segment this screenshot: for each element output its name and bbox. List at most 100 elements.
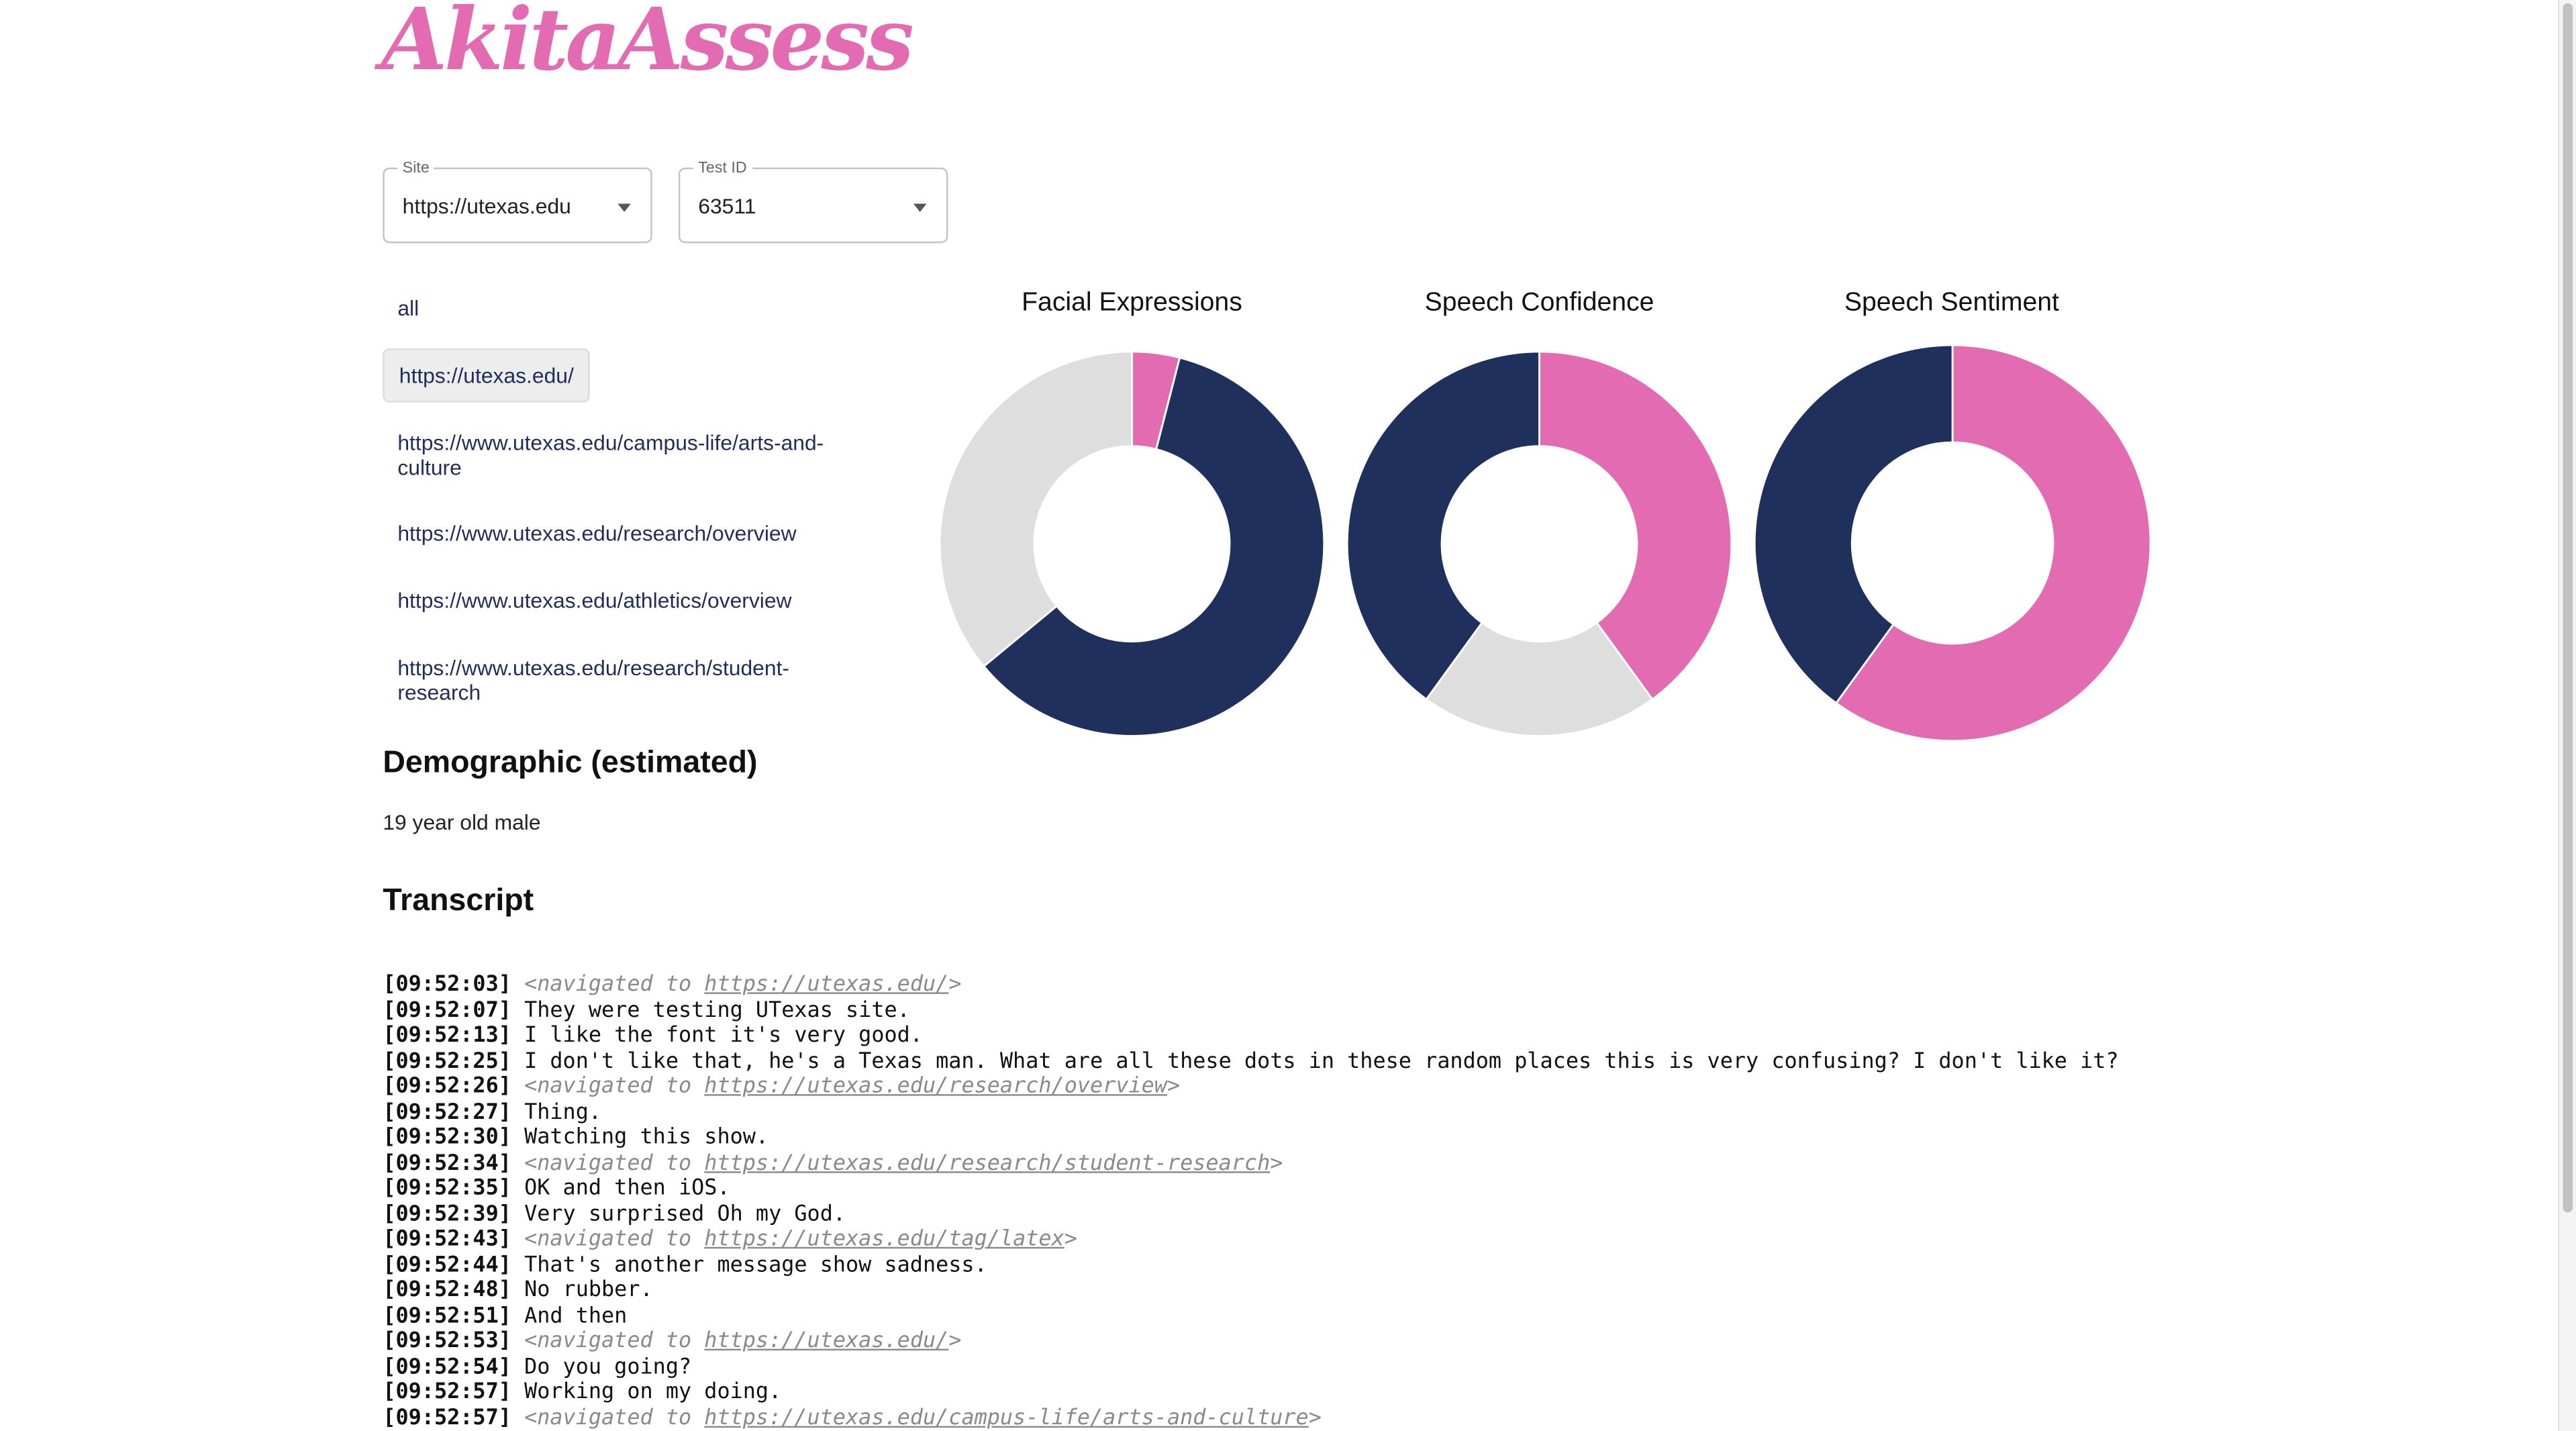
transcript-timestamp: [09:52:43] bbox=[383, 1227, 511, 1252]
transcript-navigation: <navigated to https://utexas.edu/tag/lat… bbox=[524, 1227, 1077, 1252]
page-item-label: https://www.utexas.edu/research/overview bbox=[397, 520, 797, 546]
transcript-url-link[interactable]: https://utexas.edu/ bbox=[704, 973, 948, 997]
transcript-line: [09:52:30] Watching this show. bbox=[383, 1126, 2118, 1151]
page-item-utexas-home[interactable]: https://utexas.edu/ bbox=[383, 348, 591, 403]
transcript-line: [09:52:57] Working on my doing. bbox=[383, 1380, 2118, 1405]
transcript-text: They were testing UTexas site. bbox=[524, 997, 910, 1023]
transcript-timestamp: [09:52:27] bbox=[383, 1099, 511, 1125]
transcript-text: And then bbox=[524, 1303, 628, 1328]
transcript-timestamp: [09:52:57] bbox=[383, 1380, 511, 1405]
transcript-text: Watching this show. bbox=[524, 1125, 769, 1150]
navigation-suffix: > bbox=[948, 1329, 962, 1354]
navigation-prefix: <navigated to bbox=[524, 1074, 705, 1099]
transcript-line: [09:52:03] <navigated to https://utexas.… bbox=[383, 973, 2118, 998]
transcript-url-link[interactable]: https://utexas.edu/research/student-rese… bbox=[704, 1151, 1270, 1176]
transcript-text: I like the font it's very good. bbox=[524, 1023, 923, 1048]
navigation-suffix: > bbox=[1167, 1074, 1181, 1099]
transcript-timestamp: [09:52:48] bbox=[383, 1278, 511, 1303]
transcript-url-link[interactable]: https://utexas.edu/research/overview bbox=[704, 1075, 1167, 1099]
transcript-text: Very surprised Oh my God. bbox=[524, 1201, 846, 1227]
transcript-timestamp: [09:52:39] bbox=[383, 1201, 511, 1227]
transcript-timestamp: [09:52:34] bbox=[383, 1150, 511, 1176]
transcript-line: [09:52:44] That's another message show s… bbox=[383, 1252, 2118, 1278]
navigation-suffix: > bbox=[948, 973, 962, 997]
navigation-prefix: <navigated to bbox=[524, 1150, 705, 1176]
app-frame: AkitaAssess Site https://utexas.edu Test… bbox=[0, 0, 2576, 1431]
scrollbar-thumb[interactable] bbox=[2563, 3, 2573, 1213]
transcript-navigation: <navigated to https://utexas.edu/researc… bbox=[524, 1075, 1180, 1099]
transcript-line: [09:52:34] <navigated to https://utexas.… bbox=[383, 1151, 2118, 1177]
speech-confidence-chart bbox=[1346, 350, 1733, 738]
transcript-line: [09:52:26] <navigated to https://utexas.… bbox=[383, 1075, 2118, 1100]
transcript-line: [09:52:35] OK and then iOS. bbox=[383, 1177, 2118, 1202]
transcript-timestamp: [09:52:44] bbox=[383, 1252, 511, 1278]
demographic-text: 19 year old male bbox=[383, 809, 541, 835]
transcript-timestamp: [09:52:53] bbox=[383, 1329, 511, 1354]
transcript-line: [09:52:43] <navigated to https://utexas.… bbox=[383, 1227, 2118, 1252]
transcript-url-link[interactable]: https://utexas.edu/campus-life/arts-and-… bbox=[704, 1405, 1308, 1430]
page-item-athletics-overview[interactable]: https://www.utexas.edu/athletics/overvie… bbox=[383, 575, 806, 626]
app-logo: AkitaAssess bbox=[381, 0, 914, 91]
transcript-timestamp: [09:52:03] bbox=[383, 973, 511, 997]
transcript-line: [09:52:53] <navigated to https://utexas.… bbox=[383, 1329, 2118, 1354]
transcript-url-link[interactable]: https://utexas.edu/ bbox=[704, 1329, 948, 1354]
transcript-line: [09:52:39] Very surprised Oh my God. bbox=[383, 1201, 2118, 1227]
speech-sentiment-title: Speech Sentiment bbox=[1844, 289, 2059, 317]
transcript-navigation: <navigated to https://utexas.edu/> bbox=[524, 973, 961, 997]
transcript-text: Working on my doing. bbox=[524, 1380, 782, 1405]
page-item-research-overview[interactable]: https://www.utexas.edu/research/overview bbox=[383, 507, 811, 558]
speech-confidence-title: Speech Confidence bbox=[1424, 289, 1654, 317]
transcript-text: OK and then iOS. bbox=[524, 1176, 730, 1201]
navigation-prefix: <navigated to bbox=[524, 1227, 705, 1252]
chevron-down-icon bbox=[913, 203, 927, 212]
page-item-label: all bbox=[397, 295, 419, 321]
navigation-suffix: > bbox=[1270, 1150, 1283, 1176]
navigation-prefix: <navigated to bbox=[524, 973, 705, 997]
site-select-label: Site bbox=[397, 159, 435, 178]
navigation-prefix: <navigated to bbox=[524, 1329, 705, 1354]
transcript-line: [09:52:13] I like the font it's very goo… bbox=[383, 1024, 2118, 1049]
test-id-select[interactable]: Test ID 63511 bbox=[678, 159, 948, 244]
transcript-timestamp: [09:52:26] bbox=[383, 1074, 511, 1099]
transcript-line: [09:52:51] And then bbox=[383, 1303, 2118, 1329]
page-item-arts-and-culture[interactable]: https://www.utexas.edu/campus-life/arts-… bbox=[383, 417, 875, 493]
transcript-timestamp: [09:52:57] bbox=[383, 1405, 511, 1430]
page-scrollbar[interactable] bbox=[2558, 0, 2576, 1431]
demographic-heading: Demographic (estimated) bbox=[383, 746, 758, 781]
transcript-line: [09:52:54] Do you going? bbox=[383, 1354, 2118, 1380]
test-id-select-label: Test ID bbox=[693, 159, 752, 178]
transcript-timestamp: [09:52:35] bbox=[383, 1176, 511, 1201]
transcript-navigation: <navigated to https://utexas.edu/campus-… bbox=[524, 1405, 1322, 1430]
donut-slice-3 bbox=[938, 350, 1133, 668]
transcript-line: [09:52:57] <navigated to https://utexas.… bbox=[383, 1405, 2118, 1431]
transcript-line: [09:52:48] No rubber. bbox=[383, 1278, 2118, 1303]
transcript-timestamp: [09:52:30] bbox=[383, 1125, 511, 1150]
chevron-down-icon bbox=[617, 203, 631, 212]
transcript-timestamp: [09:52:07] bbox=[383, 997, 511, 1023]
page-item-label: https://utexas.edu/ bbox=[399, 362, 574, 388]
transcript-text: I don't like that, he's a Texas man. Wha… bbox=[524, 1048, 2119, 1074]
navigation-prefix: <navigated to bbox=[524, 1405, 705, 1430]
page-item-label: https://www.utexas.edu/campus-life/arts-… bbox=[397, 430, 824, 480]
site-select[interactable]: Site https://utexas.edu bbox=[383, 159, 652, 244]
transcript-text: Do you going? bbox=[524, 1354, 692, 1379]
navigation-suffix: > bbox=[1308, 1405, 1322, 1430]
transcript-timestamp: [09:52:13] bbox=[383, 1023, 511, 1048]
page-item-all[interactable]: all bbox=[383, 283, 434, 334]
transcript-line: [09:52:27] Thing. bbox=[383, 1100, 2118, 1126]
transcript-text: No rubber. bbox=[524, 1278, 653, 1303]
page-item-label: https://www.utexas.edu/athletics/overvie… bbox=[397, 588, 792, 613]
page-item-label: https://www.utexas.edu/research/student-… bbox=[397, 655, 790, 705]
transcript-line: [09:52:25] I don't like that, he's a Tex… bbox=[383, 1049, 2118, 1075]
transcript-heading: Transcript bbox=[383, 883, 534, 919]
page-item-student-research[interactable]: https://www.utexas.edu/research/student-… bbox=[383, 642, 842, 718]
transcript-url-link[interactable]: https://utexas.edu/tag/latex bbox=[704, 1227, 1064, 1252]
transcript-timestamp: [09:52:25] bbox=[383, 1048, 511, 1074]
test-id-select-value: 63511 bbox=[698, 193, 756, 219]
site-select-value: https://utexas.edu bbox=[402, 193, 571, 219]
transcript-timestamp: [09:52:51] bbox=[383, 1303, 511, 1328]
speech-sentiment-chart bbox=[1753, 344, 2152, 742]
transcript-navigation: <navigated to https://utexas.edu/> bbox=[524, 1329, 961, 1354]
transcript-log: [09:52:03] <navigated to https://utexas.… bbox=[383, 973, 2118, 1431]
transcript-line: [09:52:07] They were testing UTexas site… bbox=[383, 998, 2118, 1024]
